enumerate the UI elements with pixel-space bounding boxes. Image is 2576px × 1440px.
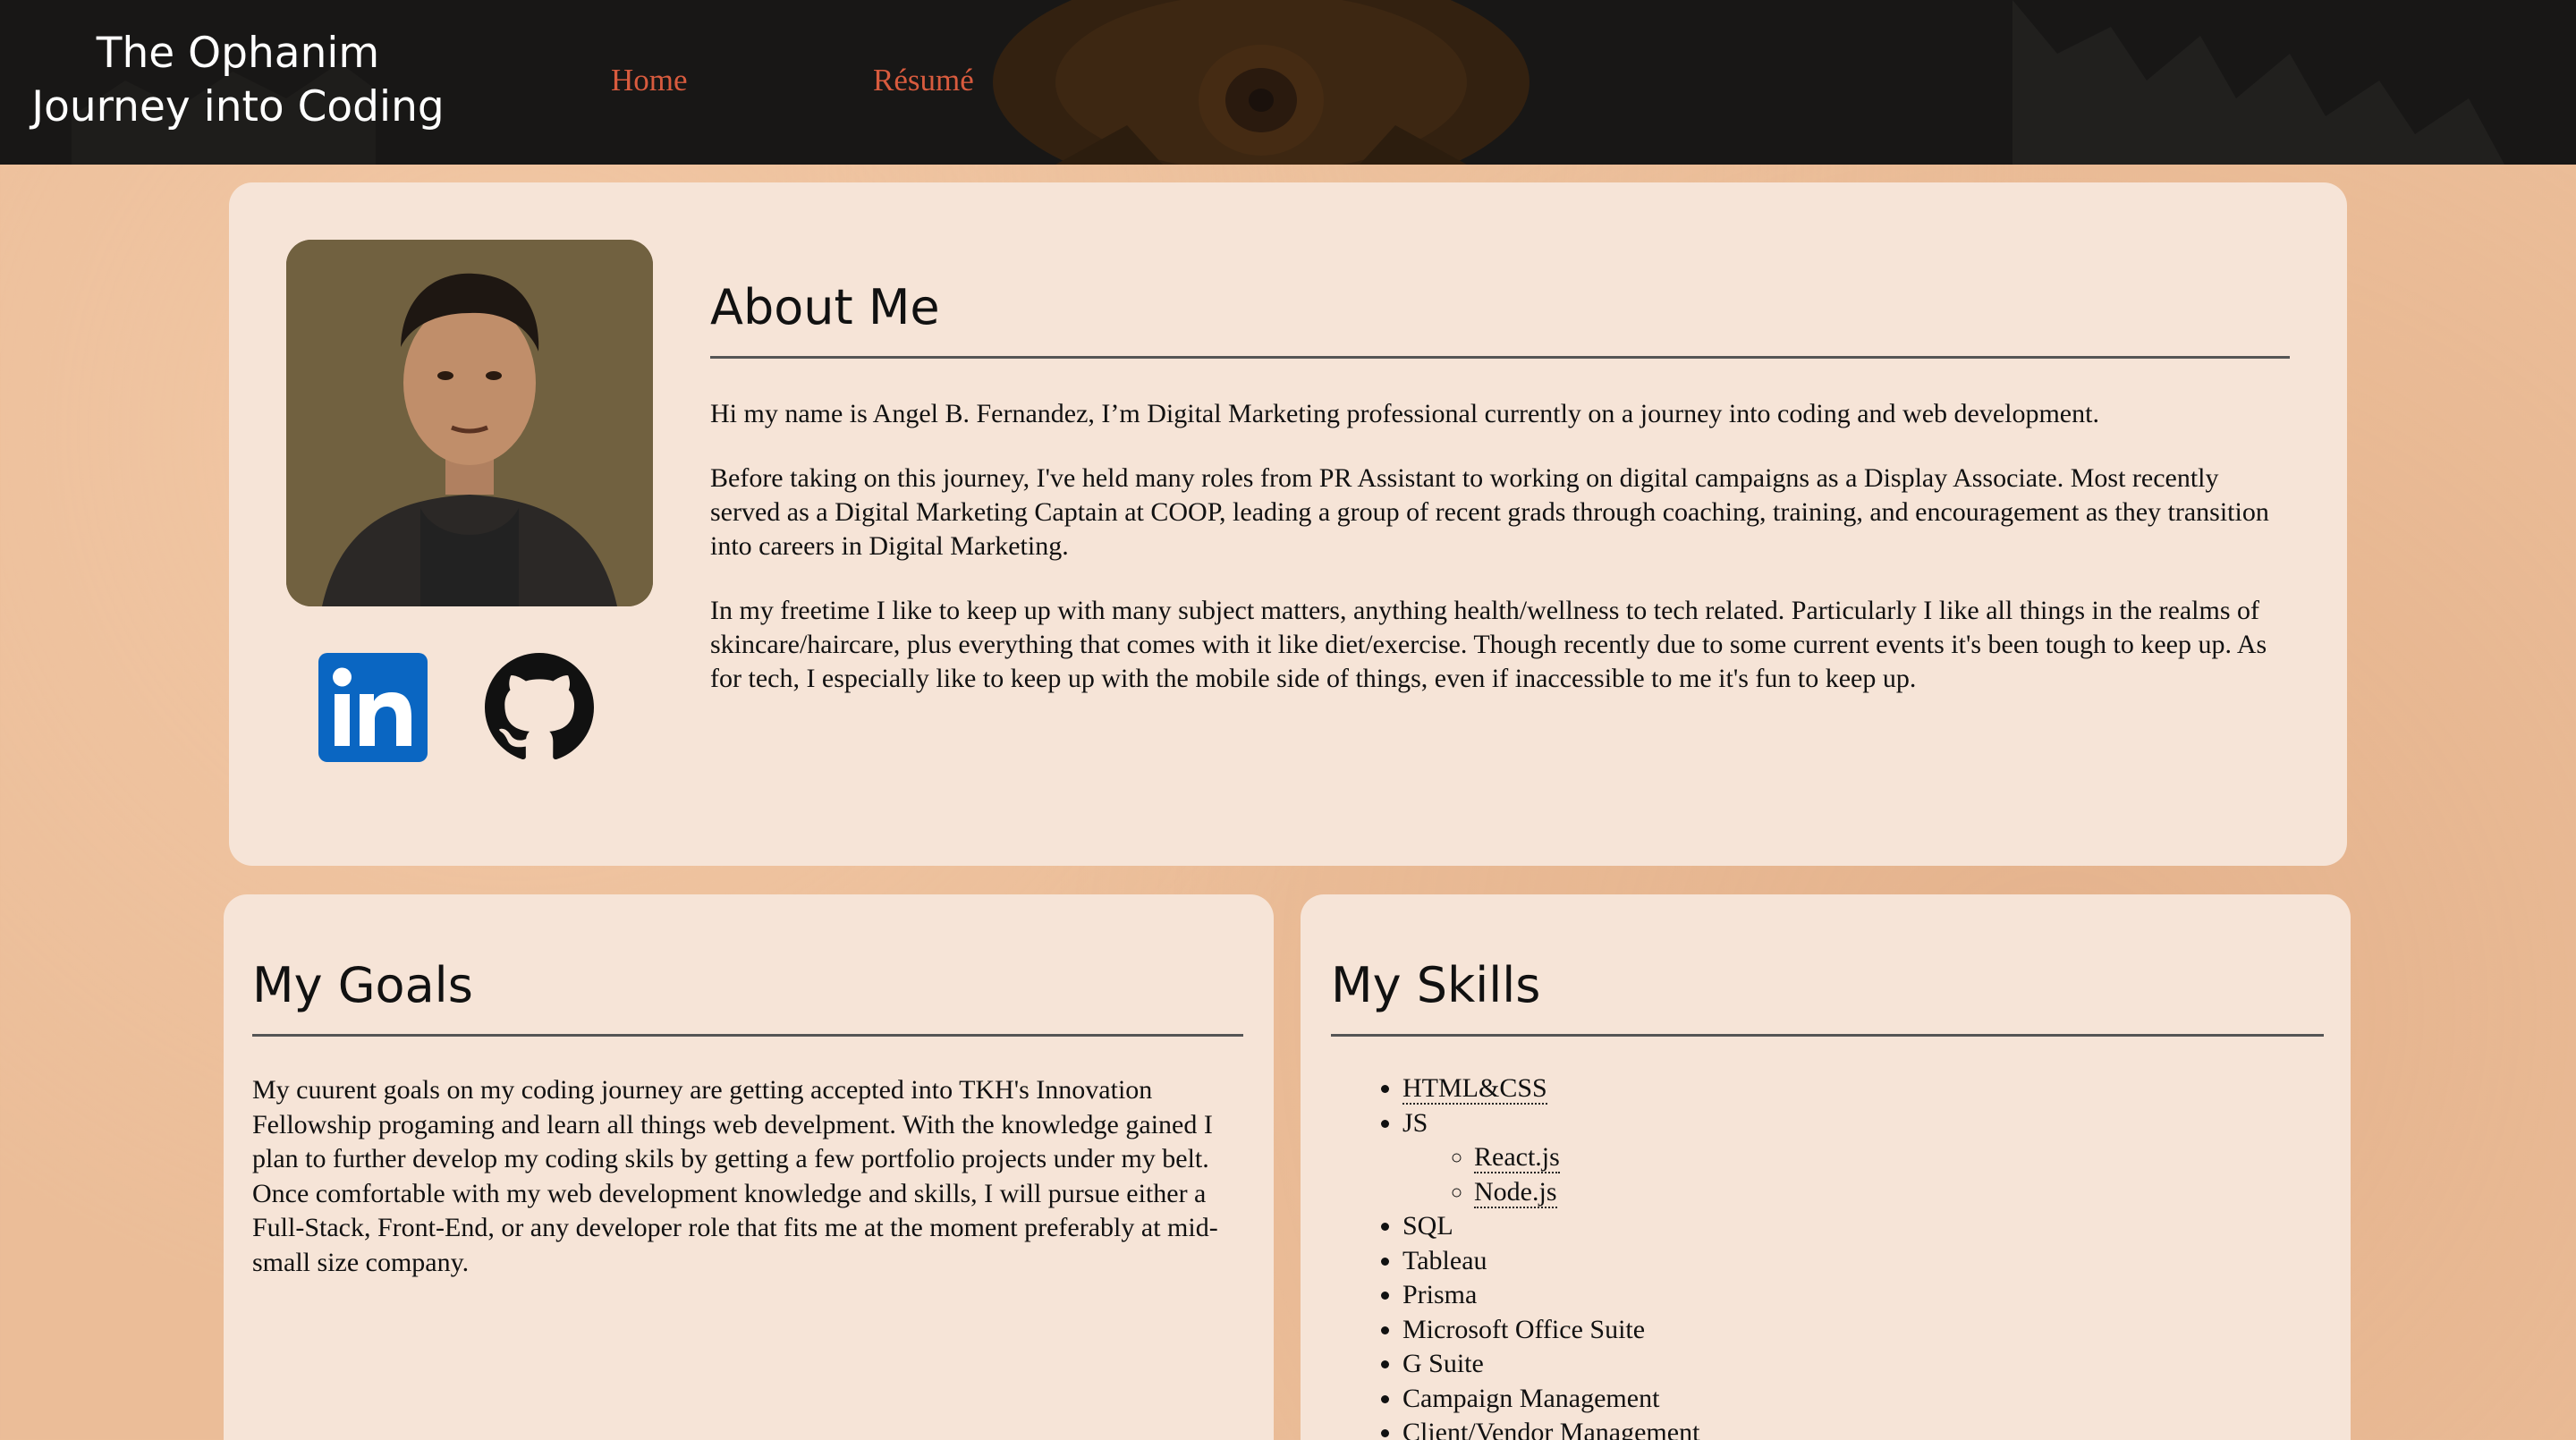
skill-label-prisma: Prisma: [1402, 1280, 1478, 1309]
skills-title: My Skills: [1331, 957, 1541, 1013]
about-paragraph-1: Hi my name is Angel B. Fernandez, I’m Di…: [710, 399, 2099, 428]
skill-item: JS React.js Node.js: [1402, 1106, 1699, 1210]
about-body: Hi my name is Angel B. Fernandez, I’m Di…: [710, 397, 2290, 726]
skill-item: SQL: [1402, 1209, 1699, 1244]
about-paragraph-2: Before taking on this journey, I've held…: [710, 463, 2269, 561]
linkedin-icon: [318, 653, 428, 762]
skill-item: Prisma: [1402, 1278, 1699, 1313]
skill-label-gsuite: G Suite: [1402, 1349, 1484, 1378]
skill-label-sql: SQL: [1402, 1211, 1453, 1241]
skill-item: G Suite: [1402, 1347, 1699, 1382]
brand-line-1: The Ophanim: [96, 29, 380, 78]
skill-item: HTML&CSS: [1402, 1072, 1699, 1106]
skill-item: Tableau: [1402, 1244, 1699, 1279]
skill-label-js: JS: [1402, 1107, 1428, 1138]
skill-subitem: Node.js: [1474, 1175, 1699, 1210]
skill-sublist: React.js Node.js: [1402, 1140, 1699, 1209]
skill-label-node[interactable]: Node.js: [1474, 1176, 1557, 1208]
profile-photo-image: [286, 240, 653, 606]
goals-title: My Goals: [252, 957, 473, 1013]
about-divider: [710, 356, 2290, 359]
skill-item: Campaign Management: [1402, 1382, 1699, 1417]
github-link[interactable]: [485, 653, 594, 762]
profile-photo: [286, 240, 653, 606]
skill-label-react[interactable]: React.js: [1474, 1142, 1560, 1173]
goals-body: My cuurent goals on my coding journey ar…: [252, 1075, 1218, 1277]
skills-list: HTML&CSS JS React.js Node.js SQL Tableau…: [1331, 1072, 1699, 1440]
github-icon: [485, 653, 594, 759]
skill-subitem: React.js: [1474, 1140, 1699, 1175]
site-brand[interactable]: The Ophanim Journey into Coding: [25, 27, 451, 134]
about-paragraph-3: In my freetime I like to keep up with ma…: [710, 596, 2267, 693]
skill-label-office: Microsoft Office Suite: [1402, 1314, 1646, 1344]
skills-card: My Skills HTML&CSS JS React.js Node.js S…: [1301, 894, 2351, 1440]
skill-label-campaign: Campaign Management: [1402, 1383, 1660, 1413]
brand-line-2: Journey into Coding: [31, 82, 445, 131]
about-title: About Me: [710, 279, 940, 335]
skill-label-tableau: Tableau: [1402, 1245, 1487, 1275]
nav-resume-link[interactable]: Résumé: [873, 63, 974, 98]
site-header: The Ophanim Journey into Coding Home Rés…: [0, 0, 2576, 165]
skills-divider: [1331, 1034, 2324, 1037]
goals-card: My Goals My cuurent goals on my coding j…: [224, 894, 1274, 1440]
goals-divider: [252, 1034, 1243, 1037]
skill-label-html-css[interactable]: HTML&CSS: [1402, 1073, 1547, 1105]
skill-label-client-vendor: Client/Vendor Management: [1402, 1418, 1700, 1440]
skill-item: Microsoft Office Suite: [1402, 1313, 1699, 1348]
about-card: About Me Hi my name is Angel B. Fernande…: [229, 182, 2347, 866]
nav-home-link[interactable]: Home: [611, 63, 688, 98]
linkedin-link[interactable]: [318, 653, 428, 762]
skill-item: Client/Vendor Management: [1402, 1416, 1699, 1440]
